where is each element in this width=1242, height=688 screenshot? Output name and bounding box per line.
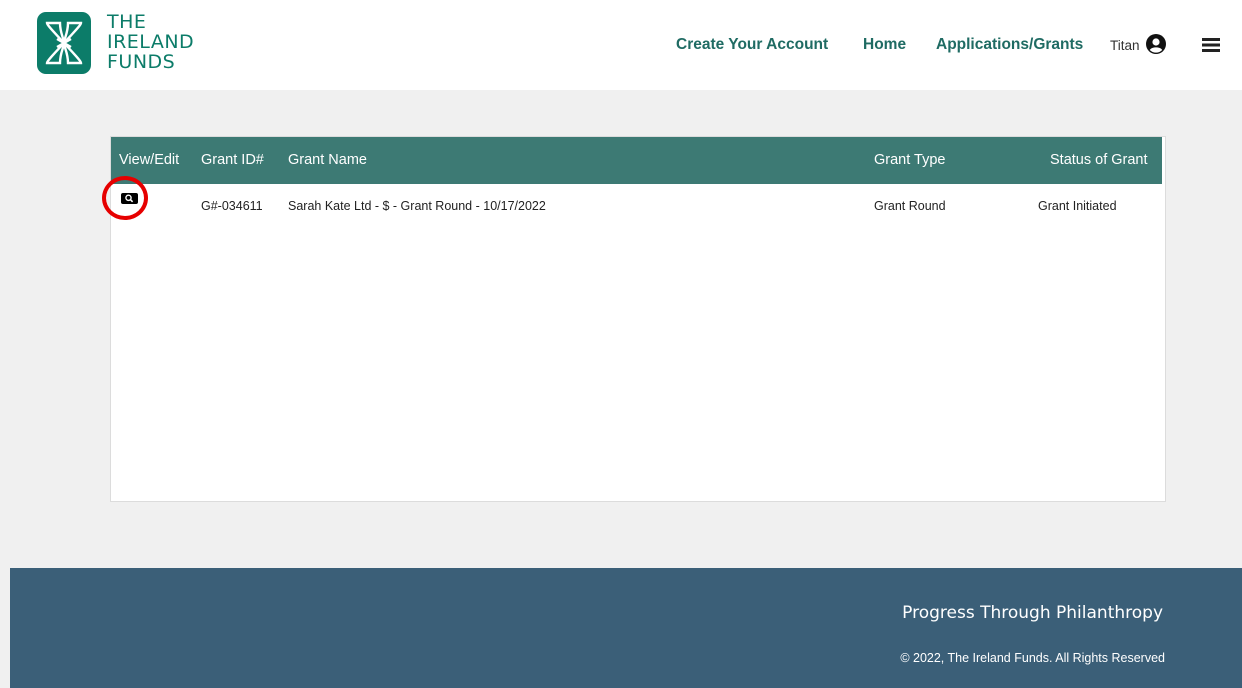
magnifier-icon (125, 194, 134, 203)
table-header: View/Edit Grant ID# Grant Name Grant Typ… (111, 137, 1162, 184)
column-header-grant-type: Grant Type (874, 152, 946, 168)
column-header-status: Status of Grant (1050, 152, 1148, 168)
site-header: THE IRELAND FUNDS Create Your Account Ho… (0, 0, 1242, 90)
main-nav: Create Your Account Home Applications/Gr… (0, 36, 1242, 56)
column-header-grant-id: Grant ID# (201, 152, 264, 168)
grant-name-cell: Sarah Kate Ltd - $ - Grant Round - 10/17… (288, 199, 546, 213)
column-header-view-edit: View/Edit (119, 152, 180, 168)
nav-home[interactable]: Home (863, 36, 906, 54)
user-menu[interactable]: Titan (1110, 34, 1166, 57)
site-footer: Progress Through Philanthropy © 2022, Th… (10, 568, 1242, 688)
nav-applications-grants[interactable]: Applications/Grants (936, 36, 1083, 54)
grant-type-cell: Grant Round (874, 199, 946, 213)
grant-id-cell: G#-034611 (201, 199, 263, 213)
user-name: Titan (1110, 38, 1140, 53)
footer-copyright: © 2022, The Ireland Funds. All Rights Re… (900, 651, 1165, 665)
table-row: G#-034611 Sarah Kate Ltd - $ - Grant Rou… (111, 184, 1162, 224)
column-header-grant-name: Grant Name (288, 152, 367, 168)
nav-create-account[interactable]: Create Your Account (676, 36, 828, 54)
user-circle-icon (1145, 34, 1166, 57)
grant-status-cell: Grant Initiated (1038, 199, 1117, 213)
footer-tagline: Progress Through Philanthropy (902, 603, 1163, 623)
grants-panel: View/Edit Grant ID# Grant Name Grant Typ… (110, 136, 1166, 502)
logo-line-1: THE (107, 11, 147, 33)
view-edit-button[interactable] (121, 193, 138, 204)
hamburger-menu-icon[interactable] (1202, 38, 1220, 57)
